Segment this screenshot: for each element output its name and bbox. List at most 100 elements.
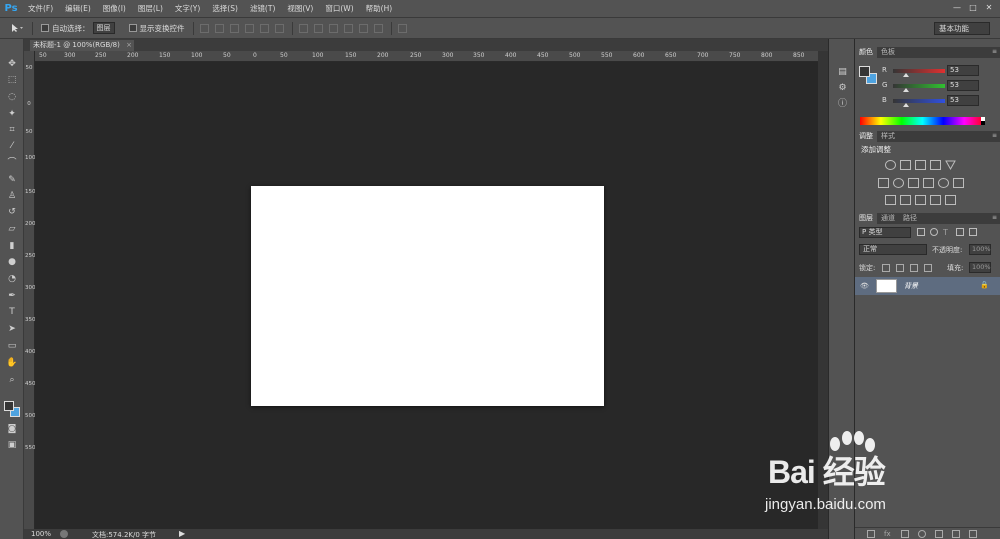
layer-mask-icon[interactable] xyxy=(901,530,909,538)
align-hcenter-icon[interactable] xyxy=(259,23,269,33)
auto-select-checkbox[interactable] xyxy=(41,24,49,32)
exposure-icon[interactable] xyxy=(930,160,941,170)
minimize-button[interactable]: — xyxy=(950,2,964,14)
properties-panel-icon[interactable]: ⚙ xyxy=(837,83,848,94)
canvas-area[interactable] xyxy=(35,62,818,529)
path-selection-tool-icon[interactable]: ➤ xyxy=(5,322,19,336)
workspace-switcher[interactable]: 基本功能 xyxy=(934,22,990,35)
tab-color[interactable]: 颜色 xyxy=(855,47,877,58)
filter-adjustment-icon[interactable] xyxy=(930,228,938,236)
vertical-ruler[interactable]: 50 0 50 100 150 200 250 300 350 400 450 … xyxy=(24,51,36,529)
distribute-left-icon[interactable] xyxy=(343,23,353,33)
brush-tool-icon[interactable]: ✎ xyxy=(5,173,19,187)
brightness-icon[interactable] xyxy=(885,160,896,170)
link-layers-icon[interactable] xyxy=(867,530,875,538)
blue-value-field[interactable]: 53 xyxy=(947,95,979,106)
gradient-tool-icon[interactable]: ▮ xyxy=(5,239,19,253)
gradient-map-icon[interactable] xyxy=(930,195,941,205)
status-info-icon[interactable] xyxy=(60,530,68,538)
dodge-tool-icon[interactable]: ◔ xyxy=(5,272,19,286)
menu-edit[interactable]: 编辑(E) xyxy=(59,3,97,14)
clone-stamp-tool-icon[interactable]: ♙ xyxy=(5,189,19,203)
quick-mask-icon[interactable]: ◙ xyxy=(5,422,19,436)
blue-slider-track[interactable] xyxy=(893,99,945,103)
status-menu-arrow-icon[interactable]: ▶ xyxy=(179,529,185,538)
tab-channels[interactable]: 通道 xyxy=(877,213,899,224)
document-canvas[interactable] xyxy=(251,186,604,406)
close-button[interactable]: ✕ xyxy=(982,2,996,14)
black-white-picker[interactable] xyxy=(981,117,985,125)
align-bottom-icon[interactable] xyxy=(229,23,239,33)
lock-all-icon[interactable] xyxy=(924,264,932,272)
zoom-level[interactable]: 100% xyxy=(31,530,51,538)
layer-filter-dropdown[interactable]: P 类型 xyxy=(859,227,911,238)
blend-mode-dropdown[interactable]: 正常 xyxy=(859,244,927,255)
layer-name[interactable]: 背景 xyxy=(904,281,918,291)
layer-row-background[interactable]: 👁 背景 🔒 xyxy=(855,277,1000,295)
opacity-field[interactable]: 100% xyxy=(969,244,991,255)
screen-mode-icon[interactable]: ▣ xyxy=(5,438,19,452)
move-tool-icon[interactable]: ✥ xyxy=(5,57,19,71)
channel-mixer-icon[interactable] xyxy=(938,178,949,188)
green-slider-track[interactable] xyxy=(893,84,945,88)
maximize-button[interactable]: □ xyxy=(966,2,980,14)
magic-wand-tool-icon[interactable]: ✦ xyxy=(5,107,19,121)
visibility-eye-icon[interactable]: 👁 xyxy=(860,282,869,290)
menu-layer[interactable]: 图层(L) xyxy=(132,3,169,14)
zoom-tool-icon[interactable]: ⌕ xyxy=(5,373,19,387)
document-tab[interactable]: 未标题-1 @ 100%(RGB/8) × xyxy=(30,40,134,51)
vertical-scrollbar[interactable] xyxy=(818,51,828,529)
distribute-bottom-icon[interactable] xyxy=(328,23,338,33)
new-layer-icon[interactable] xyxy=(952,530,960,538)
blue-slider-thumb[interactable] xyxy=(903,103,909,107)
crop-tool-icon[interactable]: ⌗ xyxy=(5,123,19,137)
black-white-icon[interactable] xyxy=(908,178,919,188)
auto-select-dropdown[interactable]: 图层 xyxy=(92,22,115,34)
posterize-icon[interactable] xyxy=(900,195,911,205)
history-panel-icon[interactable]: ▤ xyxy=(837,67,848,78)
vibrance-icon[interactable] xyxy=(945,160,956,171)
menu-filter[interactable]: 滤镜(T) xyxy=(244,3,281,14)
curves-icon[interactable] xyxy=(915,160,926,170)
pen-tool-icon[interactable]: ✒ xyxy=(5,289,19,303)
horizontal-ruler[interactable]: 50 300 250 200 150 100 50 0 50 100 150 2… xyxy=(35,51,828,62)
eraser-tool-icon[interactable]: ▱ xyxy=(5,222,19,236)
align-vcenter-icon[interactable] xyxy=(214,23,224,33)
menu-file[interactable]: 文件(F) xyxy=(22,3,59,14)
menu-type[interactable]: 文字(Y) xyxy=(169,3,206,14)
auto-align-icon[interactable] xyxy=(397,23,407,33)
move-tool-preset[interactable] xyxy=(10,23,24,33)
align-right-icon[interactable] xyxy=(274,23,284,33)
lock-position-icon[interactable] xyxy=(910,264,918,272)
panel-menu-icon[interactable]: ≡ xyxy=(992,214,997,221)
red-slider-thumb[interactable] xyxy=(903,73,909,77)
red-slider-track[interactable] xyxy=(893,69,945,73)
tab-adjustments[interactable]: 调整 xyxy=(855,131,877,142)
green-slider-thumb[interactable] xyxy=(903,88,909,92)
menu-view[interactable]: 视图(V) xyxy=(281,3,319,14)
lock-pixels-icon[interactable] xyxy=(896,264,904,272)
adjustment-layer-icon[interactable] xyxy=(918,530,926,538)
trash-icon[interactable] xyxy=(969,530,977,538)
lasso-tool-icon[interactable]: ◌ xyxy=(5,90,19,104)
info-panel-icon[interactable]: ⓘ xyxy=(837,99,848,110)
tab-styles[interactable]: 样式 xyxy=(877,131,899,142)
marquee-tool-icon[interactable]: ⬚ xyxy=(5,73,19,87)
selective-color-icon[interactable] xyxy=(945,195,956,205)
hand-tool-icon[interactable]: ✋ xyxy=(5,356,19,370)
filter-shape-icon[interactable] xyxy=(956,228,964,236)
color-spectrum[interactable] xyxy=(860,117,985,125)
foreground-color-swatch[interactable] xyxy=(4,401,14,411)
layer-style-icon[interactable]: fx xyxy=(884,530,892,538)
invert-icon[interactable] xyxy=(885,195,896,205)
distribute-hcenter-icon[interactable] xyxy=(358,23,368,33)
green-value-field[interactable]: 53 xyxy=(947,80,979,91)
panel-menu-icon[interactable]: ≡ xyxy=(992,132,997,139)
menu-select[interactable]: 选择(S) xyxy=(206,3,244,14)
photo-filter-icon[interactable] xyxy=(923,178,934,188)
align-top-icon[interactable] xyxy=(199,23,209,33)
red-value-field[interactable]: 53 xyxy=(947,65,979,76)
blur-tool-icon[interactable]: ● xyxy=(5,255,19,269)
color-balance-icon[interactable] xyxy=(893,178,904,188)
filter-pixel-icon[interactable] xyxy=(917,228,925,236)
